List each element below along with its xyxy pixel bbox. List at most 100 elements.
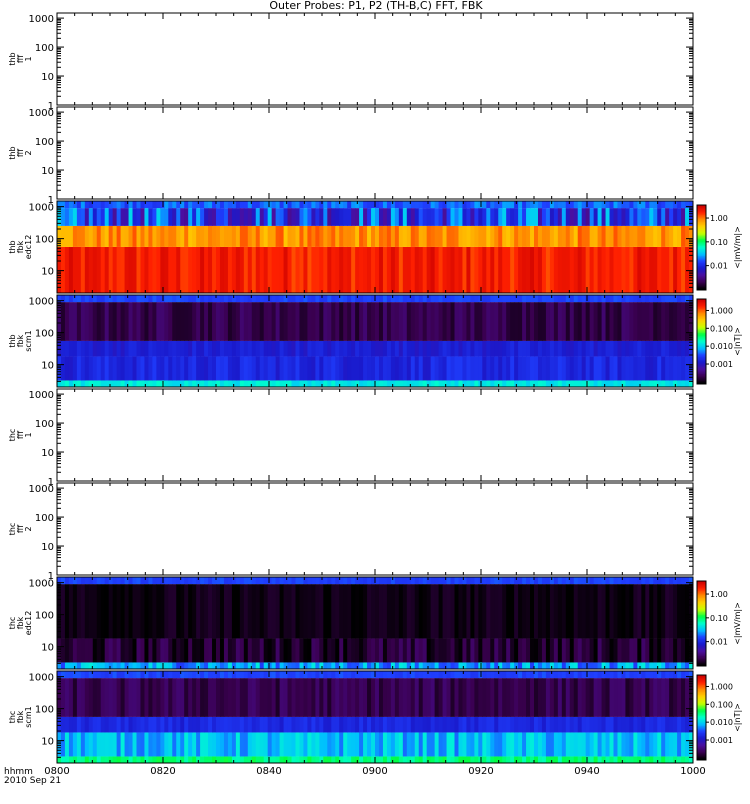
heatmap-cell xyxy=(279,208,285,226)
heatmap-cell xyxy=(335,340,340,357)
heatmap-cell xyxy=(152,638,157,663)
heatmap-cell xyxy=(553,671,559,679)
heatmap-cell xyxy=(208,201,213,209)
heatmap-cell xyxy=(363,756,368,763)
heatmap-cell xyxy=(506,246,511,293)
heatmap-cell xyxy=(184,246,189,293)
heatmap-cell xyxy=(378,208,384,226)
heatmap-cell xyxy=(661,584,666,639)
heatmap-cell xyxy=(216,638,221,663)
heatmap-cell xyxy=(279,246,285,293)
heatmap-cell xyxy=(208,638,213,663)
heatmap-cell xyxy=(160,678,165,717)
heatmap-cell xyxy=(581,662,587,669)
heatmap-cell xyxy=(152,356,157,381)
heatmap-cell xyxy=(653,295,658,303)
heatmap-cell xyxy=(490,716,495,733)
heatmap-cell xyxy=(247,716,253,733)
heatmap-cell xyxy=(534,208,539,226)
heatmap-cell xyxy=(347,716,352,733)
heatmap-cell xyxy=(279,678,285,717)
heatmap-cell xyxy=(291,577,297,585)
heatmap-cell xyxy=(279,302,285,341)
heatmap-cell xyxy=(414,584,420,639)
heatmap-cell xyxy=(212,340,217,357)
panel-label-line: edc12 xyxy=(24,611,33,636)
heatmap-cell xyxy=(685,584,690,639)
heatmap-cell xyxy=(251,678,257,717)
heatmap-cell xyxy=(235,638,241,663)
heatmap-cell xyxy=(625,208,631,226)
heatmap-cell xyxy=(275,671,281,679)
heatmap-cell xyxy=(681,577,686,585)
heatmap-cell xyxy=(482,380,487,387)
heatmap-cell xyxy=(661,295,666,303)
heatmap-cell xyxy=(629,295,634,303)
heatmap-cell xyxy=(478,246,483,293)
heatmap-cell xyxy=(378,225,384,247)
colorbar-label: <|nT|> xyxy=(733,703,742,732)
heatmap-cell xyxy=(200,208,205,226)
heatmap-cell xyxy=(665,302,670,341)
heatmap-cell xyxy=(208,340,213,357)
heatmap-cell xyxy=(152,225,157,247)
heatmap-cell xyxy=(462,208,468,226)
heatmap-cell xyxy=(458,756,464,763)
heatmap-cell xyxy=(406,678,412,717)
heatmap-cell xyxy=(156,584,161,639)
heatmap-cell xyxy=(84,716,90,733)
heatmap-cell xyxy=(96,732,102,757)
heatmap-cell xyxy=(382,201,388,209)
heatmap-cell xyxy=(263,201,269,209)
heatmap-cell xyxy=(319,225,324,247)
heatmap-cell xyxy=(673,225,678,247)
y-tick-label: 10 xyxy=(41,72,54,83)
heatmap-cell xyxy=(669,678,674,717)
heatmap-cell xyxy=(140,671,146,679)
heatmap-cell xyxy=(124,756,130,763)
heatmap-cell xyxy=(168,356,173,381)
heatmap-cell xyxy=(609,302,615,341)
heatmap-cell xyxy=(100,671,106,679)
heatmap-cell xyxy=(339,584,344,639)
heatmap-cell xyxy=(120,201,126,209)
heatmap-cell xyxy=(243,732,249,757)
heatmap-cell xyxy=(386,671,392,679)
heatmap-cell xyxy=(255,584,261,639)
heatmap-cell xyxy=(160,340,165,357)
heatmap-cell xyxy=(534,756,539,763)
heatmap-cell xyxy=(629,584,634,639)
heatmap-cell xyxy=(549,732,555,757)
heatmap-cell xyxy=(323,201,328,209)
heatmap-cell xyxy=(482,208,487,226)
heatmap-cell xyxy=(553,380,559,387)
heatmap-cell xyxy=(657,225,662,247)
heatmap-cell xyxy=(410,295,416,303)
heatmap-cell xyxy=(526,208,531,226)
heatmap-cell xyxy=(172,295,177,303)
heatmap-cell xyxy=(68,584,74,639)
heatmap-cell xyxy=(156,732,161,757)
heatmap-cell xyxy=(466,208,472,226)
heatmap-cell xyxy=(641,662,646,669)
heatmap-cell xyxy=(148,756,154,763)
heatmap-cell xyxy=(438,201,444,209)
heatmap-cell xyxy=(418,678,424,717)
heatmap-cell xyxy=(577,678,583,717)
heatmap-cell xyxy=(589,662,595,669)
heatmap-cell xyxy=(378,662,384,669)
heatmap-cell xyxy=(311,716,316,733)
heatmap-cell xyxy=(367,662,372,669)
heatmap-cell xyxy=(414,671,420,679)
heatmap-cell xyxy=(307,246,313,293)
heatmap-cell xyxy=(227,678,233,717)
heatmap-cell xyxy=(418,380,424,387)
heatmap-cell xyxy=(283,340,289,357)
heatmap-cell xyxy=(589,638,595,663)
heatmap-cell xyxy=(653,380,658,387)
heatmap-cell xyxy=(681,201,686,209)
heatmap-cell xyxy=(526,584,531,639)
heatmap-cell xyxy=(104,678,110,717)
heatmap-cell xyxy=(486,201,491,209)
heatmap-cell xyxy=(438,208,444,226)
